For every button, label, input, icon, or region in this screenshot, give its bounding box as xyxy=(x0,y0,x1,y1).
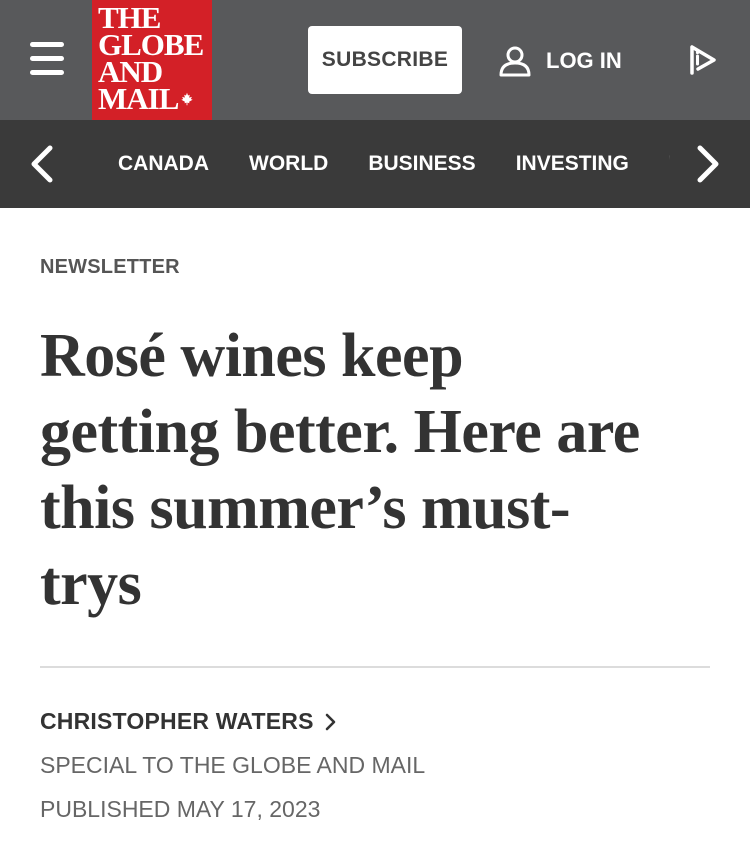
subscribe-button[interactable]: SUBSCRIBE xyxy=(308,26,462,94)
nav-item-world[interactable]: WORLD xyxy=(249,152,328,176)
headline-line: this summer’s must- xyxy=(40,474,571,542)
globe-and-mail-logo[interactable]: THE GLOBE AND MAIL xyxy=(92,0,212,120)
login-label: LOG IN xyxy=(546,48,622,73)
section-kicker[interactable]: NEWSLETTER xyxy=(40,256,180,279)
chevron-right-icon[interactable] xyxy=(688,142,728,186)
author-name: CHRISTOPHER WATERS xyxy=(40,708,314,734)
nav-item-canada[interactable]: CANADA xyxy=(118,152,209,176)
login-button[interactable]: LOG IN xyxy=(498,40,622,82)
divider xyxy=(40,666,710,668)
chevron-right-icon xyxy=(325,713,335,730)
top-header: THE GLOBE AND MAIL SUBSCRIBE LOG IN xyxy=(0,0,750,120)
hamburger-menu-icon[interactable] xyxy=(24,38,70,80)
user-icon xyxy=(499,46,531,77)
audio-play-icon[interactable] xyxy=(684,42,720,78)
maple-leaf-icon xyxy=(181,92,193,106)
headline-line: trys xyxy=(40,550,142,618)
chevron-left-icon[interactable] xyxy=(22,142,62,186)
headline-line: Rosé wines keep xyxy=(40,322,464,390)
author-affiliation: SPECIAL TO THE GLOBE AND MAIL xyxy=(40,752,426,778)
nav-fade-overlay xyxy=(640,120,688,208)
headline-line: getting better. Here are xyxy=(40,398,640,466)
nav-items: CANADA WORLD BUSINESS INVESTING W xyxy=(118,120,670,208)
menu-bar xyxy=(30,56,64,61)
menu-bar xyxy=(30,70,64,75)
section-nav: CANADA WORLD BUSINESS INVESTING W xyxy=(0,120,750,208)
article-headline: Rosé wines keep getting better. Here are… xyxy=(40,318,730,622)
nav-item-investing[interactable]: INVESTING xyxy=(516,152,629,176)
author-link[interactable]: CHRISTOPHER WATERS xyxy=(40,708,338,735)
menu-bar xyxy=(30,42,64,47)
publish-date: PUBLISHED MAY 17, 2023 xyxy=(40,796,321,822)
nav-item-business[interactable]: BUSINESS xyxy=(368,152,475,176)
